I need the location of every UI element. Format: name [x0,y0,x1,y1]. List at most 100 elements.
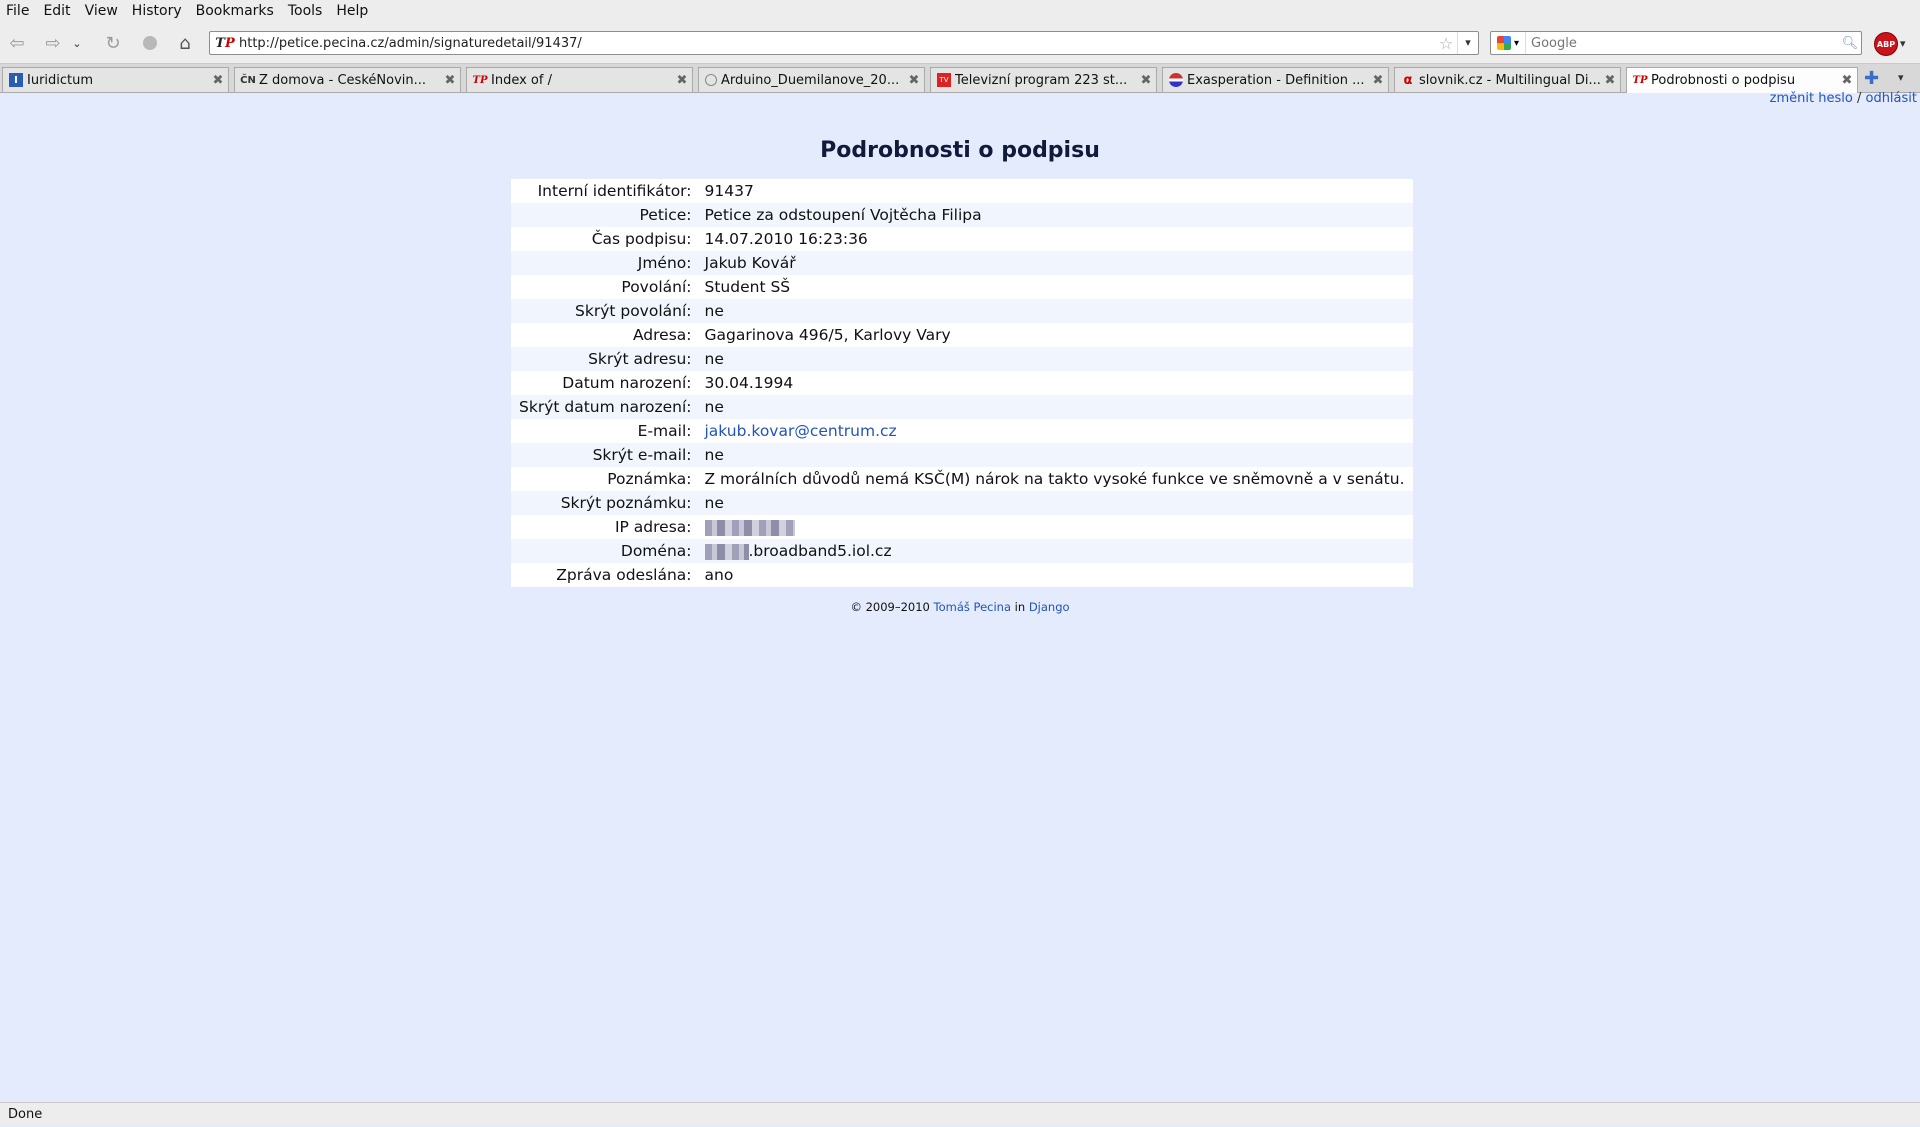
django-link[interactable]: Django [1029,600,1070,614]
tab-ceskenoviny[interactable]: ČN Z domova - ČeskéNovin... ✖ [234,67,461,92]
detail-label: Doména: [511,539,702,563]
detail-row: Jméno: Jakub Kovář [511,251,1413,275]
detail-value: ne [704,350,724,368]
tv-favicon-icon: TV [937,73,951,87]
reload-button[interactable]: ↻ [100,31,126,55]
menu-help[interactable]: Help [329,0,375,23]
page-title: Podrobnosti o podpisu [820,138,1100,163]
back-button[interactable]: ⇦ [4,31,30,55]
tab-arduino[interactable]: Arduino_Duemilanove_20... ✖ [698,67,925,92]
tab-index-of[interactable]: TP Index of / ✖ [466,67,693,92]
search-icon[interactable]: 🔍︎ [1839,36,1861,51]
tab-exasperation[interactable]: Exasperation - Definition ... ✖ [1162,67,1389,92]
footer-in-text: in [1014,600,1026,614]
detail-label: Poznámka: [511,467,702,491]
menu-history[interactable]: History [125,0,189,23]
detail-row: Petice: Petice za odstoupení Vojtěcha Fil… [511,203,1413,227]
tab-iuridictum[interactable]: I Iuridictum ✖ [2,67,229,92]
tab-podrobnosti[interactable]: TP Podrobnosti o podpisu ✖ [1626,67,1858,93]
detail-value: Student SŠ [704,278,791,296]
search-engine-selector[interactable]: ▾ [1491,32,1526,54]
detail-value: 30.04.1994 [704,374,794,392]
reload-icon: ↻ [105,32,121,54]
close-icon[interactable]: ✖ [904,73,924,88]
detail-value: Jakub Kovář [704,254,796,272]
detail-value-cell: ano [701,563,1413,587]
detail-row: Čas podpisu: 14.07.2010 16:23:36 [511,227,1413,251]
logout-link[interactable]: odhlásit [1865,91,1917,106]
tab-list-dropdown-icon[interactable]: ▾ [1898,71,1904,84]
tab-slovnik[interactable]: α slovnik.cz - Multilingual Di... ✖ [1394,67,1621,92]
detail-label: Zpráva odeslána: [511,563,702,587]
detail-value-cell: 14.07.2010 16:23:36 [701,227,1413,251]
forward-button[interactable]: ⇨ [40,31,66,55]
detail-row: Skrýt poznámku: ne [511,491,1413,515]
copyright-text: © 2009–2010 [850,600,930,614]
domain-value: .broadband5.iol.cz [748,542,892,560]
detail-value-cell: Petice za odstoupení Vojtěcha Filipa [701,203,1413,227]
detail-value-cell: ne [701,443,1413,467]
menu-edit[interactable]: Edit [36,0,77,23]
chevron-down-icon: ⌄ [72,36,82,50]
detail-label: Skrýt poznámku: [511,491,702,515]
close-icon[interactable]: ✖ [672,73,692,88]
detail-label: E-mail: [511,419,702,443]
detail-row: Datum narození: 30.04.1994 [511,371,1413,395]
url-dropdown-icon[interactable]: ▾ [1457,32,1478,54]
tab-title: slovnik.cz - Multilingual Di... [1419,72,1600,88]
detail-label: Skrýt povolání: [511,299,702,323]
detail-row: Skrýt povolání: ne [511,299,1413,323]
dictionary-favicon-icon [1169,73,1183,87]
url-bar[interactable]: TP http://petice.pecina.cz/admin/signatu… [209,31,1479,55]
detail-label: Petice: [511,203,702,227]
change-password-link[interactable]: změnit heslo [1770,91,1853,106]
detail-value-cell: ne [701,299,1413,323]
detail-value-cell: Student SŠ [701,275,1413,299]
detail-label: Adresa: [511,323,702,347]
close-icon[interactable]: ✖ [208,73,228,88]
detail-label: Jméno: [511,251,702,275]
redacted-ip-block [704,519,795,536]
status-text: Done [8,1107,43,1122]
stop-button[interactable] [137,31,163,55]
chevron-down-icon[interactable]: ▾ [1900,37,1906,50]
menu-view[interactable]: View [78,0,125,23]
detail-value: Gagarinova 496/5, Karlovy Vary [704,326,951,344]
detail-row: Skrýt adresu: ne [511,347,1413,371]
new-tab-icon[interactable]: ✚ [1864,68,1879,89]
detail-value: ne [704,398,724,416]
detail-value-cell [701,515,1413,539]
detail-row: Doména: .broadband5.iol.cz [511,539,1413,563]
menu-bookmarks[interactable]: Bookmarks [189,0,281,23]
email-link[interactable]: jakub.kovar@centrum.cz [705,422,897,440]
close-icon[interactable]: ✖ [1837,73,1857,88]
close-icon[interactable]: ✖ [1368,73,1388,88]
detail-row: Skrýt datum narození: ne [511,395,1413,419]
url-text[interactable]: http://petice.pecina.cz/admin/signatured… [239,36,1435,51]
close-icon[interactable]: ✖ [1600,73,1620,88]
detail-label: Skrýt datum narození: [511,395,702,419]
forward-arrow-icon: ⇨ [45,32,61,54]
detail-value-cell: Gagarinova 496/5, Karlovy Vary [701,323,1413,347]
search-input[interactable] [1526,35,1839,51]
detail-value-cell: ne [701,395,1413,419]
detail-value-cell: 91437 [701,179,1413,203]
detail-label: Interní identifikátor: [511,179,702,203]
site-favicon-icon: TP [215,35,235,51]
adblock-plus-icon[interactable]: ABP [1874,32,1898,56]
tab-title: Z domova - ČeskéNovin... [259,72,427,88]
close-icon[interactable]: ✖ [1136,73,1156,88]
menu-file[interactable]: File [0,0,36,23]
menu-bar: File Edit View History Bookmarks Tools H… [0,0,1920,23]
detail-label: Skrýt adresu: [511,347,702,371]
menu-tools[interactable]: Tools [281,0,330,23]
tab-tv-program[interactable]: TV Televizní program 223 st... ✖ [930,67,1157,92]
history-dropdown-button[interactable]: ⌄ [70,31,84,55]
author-link[interactable]: Tomáš Pecina [934,600,1011,614]
chevron-down-icon: ▾ [1513,37,1520,49]
bookmark-star-icon[interactable]: ☆ [1435,34,1457,53]
close-icon[interactable]: ✖ [440,73,460,88]
detail-value: ano [704,566,734,584]
detail-value-cell: ne [701,347,1413,371]
home-button[interactable]: ⌂ [172,31,198,55]
